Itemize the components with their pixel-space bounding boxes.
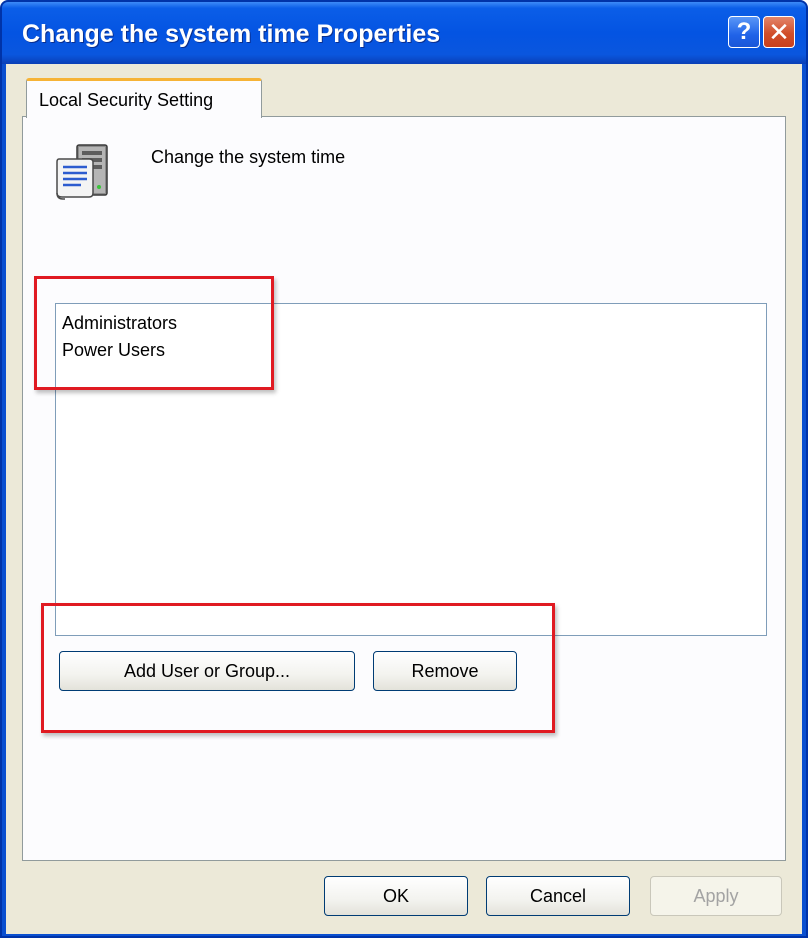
close-button[interactable]: ✕ <box>763 16 795 48</box>
window-title: Change the system time Properties <box>22 20 441 48</box>
policy-name: Change the system time <box>151 147 346 167</box>
members-listbox[interactable]: Administrators Power Users <box>55 303 767 636</box>
dialog-client-area: Local Security Setting Change the system… <box>6 64 802 934</box>
help-button[interactable]: ? <box>728 16 760 48</box>
title-bar[interactable]: Change the system time Properties ? ✕ <box>2 2 806 64</box>
policy-scroll-server-icon <box>56 144 108 200</box>
tab-panel: Change the system time Administrators Po… <box>22 116 786 861</box>
list-item[interactable]: Power Users <box>62 337 760 364</box>
list-item[interactable]: Administrators <box>62 310 760 337</box>
close-icon: ✕ <box>768 16 790 47</box>
ok-button[interactable]: OK <box>324 876 468 916</box>
properties-dialog: Change the system time Properties ? ✕ Lo… <box>0 0 808 938</box>
tab-label: Local Security Setting <box>39 90 214 110</box>
cancel-button[interactable]: Cancel <box>486 876 630 916</box>
help-icon: ? <box>736 18 752 45</box>
apply-button[interactable]: Apply <box>650 876 782 916</box>
add-user-or-group-button[interactable]: Add User or Group... <box>59 651 355 691</box>
remove-button[interactable]: Remove <box>373 651 517 691</box>
tab-local-security-setting[interactable]: Local Security Setting <box>26 78 262 118</box>
